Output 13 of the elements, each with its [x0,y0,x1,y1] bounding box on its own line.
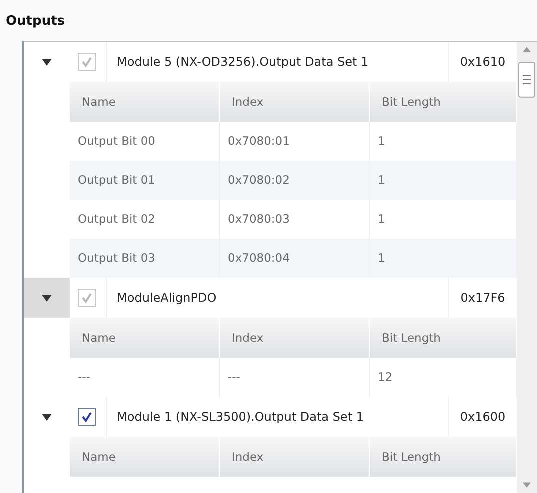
check-mark-icon [81,56,93,68]
table-cell: 0x7080:04 [220,239,370,278]
table-cell: Output Bit 03 [70,239,220,278]
table-cell: --- [220,358,370,397]
check-mark-icon [81,411,93,423]
section-title: Outputs [6,14,66,31]
scrollbar-drawing[interactable] [517,42,537,493]
checkbox[interactable] [78,408,96,426]
collapse-arrow-icon[interactable] [42,414,52,420]
table-cell: --- [70,358,220,397]
column-heading: Name [70,437,220,477]
check-mark-icon [81,292,93,304]
column-heading: Index [220,437,370,477]
